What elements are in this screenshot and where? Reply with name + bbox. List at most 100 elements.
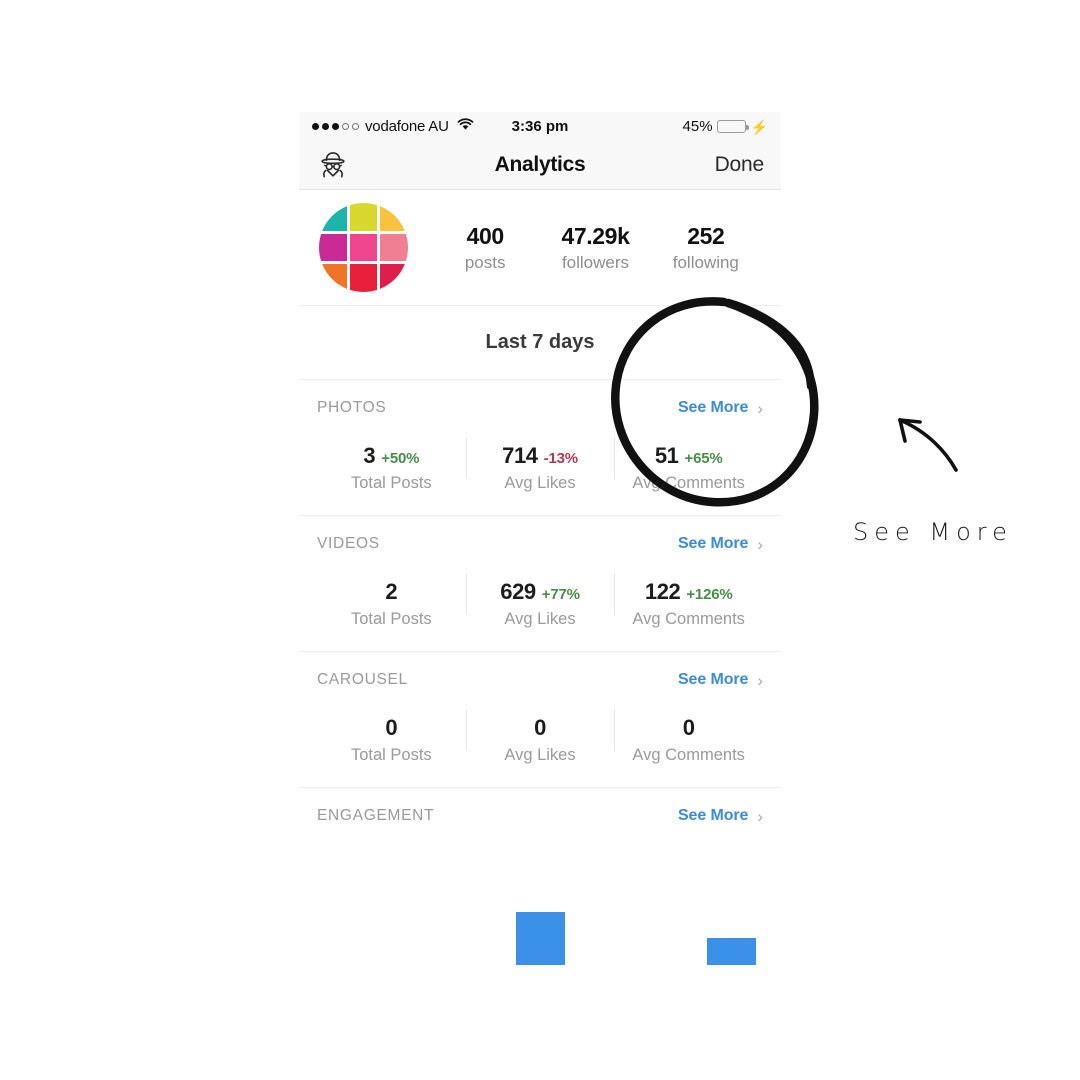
metric-avg-comments: 0 Avg Comments: [614, 707, 763, 765]
profile-summary: 400 posts 47.29k followers 252 following: [299, 190, 781, 306]
chevron-right-icon: ›: [757, 806, 763, 826]
avatar-cell-2: [349, 203, 378, 231]
metric-label: Avg Likes: [504, 746, 576, 764]
metric-value-row: 3 +50%: [317, 443, 466, 469]
metric-avg-likes: 0 Avg Likes: [465, 707, 615, 765]
metric-value-row: 2: [317, 579, 466, 605]
metric-label: Total Posts: [350, 746, 432, 764]
metric-total-posts: 2 Total Posts: [317, 571, 466, 629]
engagement-bar-chart: [317, 838, 763, 965]
annotation-label: See More: [853, 518, 1013, 546]
section-photos: PHOTOS See More › 3 +50% Total Posts 714 -13% Av…: [299, 380, 781, 516]
section-header: CAROUSEL See More ›: [317, 652, 763, 702]
metric-delta: +50%: [381, 450, 420, 467]
metric-value-row: 0: [614, 715, 763, 741]
metric-value-row: 714 -13%: [466, 443, 615, 469]
avatar-cell-4: [319, 233, 347, 262]
chart-bar: [707, 938, 756, 965]
lightning-bolt-icon: ⚡: [750, 118, 768, 135]
section-header: ENGAGEMENT See More ›: [317, 788, 763, 838]
profile-stat-followers[interactable]: 47.29k followers: [540, 223, 650, 273]
see-more-link-videos[interactable]: See More ›: [678, 535, 763, 553]
avatar-cell-6: [380, 233, 408, 262]
period-header[interactable]: Last 7 days: [299, 306, 781, 380]
section-title: PHOTOS: [317, 399, 387, 416]
battery-icon: [716, 120, 749, 133]
metric-avg-comments: 122 +126% Avg Comments: [614, 571, 763, 629]
see-more-label: See More: [677, 807, 749, 824]
section-header: VIDEOS See More ›: [317, 516, 763, 566]
status-bar-left: vodafone AU: [312, 118, 474, 135]
metric-value: 629: [500, 579, 536, 604]
metric-row: 0 Total Posts 0 Avg Likes 0 Avg Comments: [317, 702, 763, 787]
see-more-link-carousel[interactable]: See More ›: [678, 671, 763, 689]
metric-value: 0: [682, 715, 695, 740]
wifi-icon: [457, 118, 474, 135]
section-header: PHOTOS See More ›: [317, 380, 763, 430]
metric-delta: +126%: [686, 586, 733, 603]
profile-stat-label: posts: [464, 252, 506, 272]
avatar-cell-1: [319, 203, 347, 231]
carrier-name: vodafone AU: [365, 118, 449, 135]
metric-label: Total Posts: [350, 474, 432, 492]
profile-stats: 400 posts 47.29k followers 252 following: [430, 223, 761, 273]
section-title-engagement: ENGAGEMENT: [317, 807, 435, 824]
done-button[interactable]: Done: [715, 153, 765, 177]
metric-value: 51: [654, 443, 679, 468]
avatar[interactable]: [319, 203, 408, 292]
profile-stat-label: following: [672, 252, 739, 272]
metric-total-posts: 0 Total Posts: [317, 707, 466, 765]
status-bar: vodafone AU 3:36 pm 45% ⚡: [299, 112, 781, 141]
metric-value-row: 0: [317, 715, 466, 741]
metric-delta: -13%: [543, 450, 578, 467]
metric-value-row: 629 +77%: [466, 579, 615, 605]
metric-total-posts: 3 +50% Total Posts: [317, 435, 466, 493]
metric-label: Total Posts: [350, 610, 432, 628]
metric-label: Avg Comments: [632, 610, 745, 628]
metric-delta: +65%: [684, 450, 723, 467]
avatar-cell-9: [380, 264, 408, 292]
metric-value-row: 0: [466, 715, 615, 741]
see-more-label: See More: [677, 399, 749, 416]
see-more-link-photos[interactable]: See More ›: [678, 399, 763, 417]
metric-row: 2 Total Posts 629 +77% Avg Likes 122 +126% Avg …: [317, 566, 763, 651]
metric-label: Avg Likes: [504, 610, 576, 628]
avatar-cell-7: [319, 264, 347, 292]
metric-avg-likes: 629 +77% Avg Likes: [465, 571, 615, 629]
metric-label: Avg Likes: [504, 474, 576, 492]
annotation-arrow: [898, 418, 958, 472]
section-title: VIDEOS: [317, 535, 380, 552]
metric-delta: +77%: [541, 586, 580, 603]
chevron-right-icon: ›: [757, 398, 763, 418]
metric-row: 3 +50% Total Posts 714 -13% Avg Likes 51 +65% Av…: [317, 430, 763, 515]
metric-avg-comments: 51 +65% Avg Comments: [614, 435, 763, 493]
metric-value: 122: [644, 579, 681, 604]
profile-stat-label: followers: [561, 252, 630, 272]
see-more-label: See More: [677, 671, 749, 688]
phone-screen: vodafone AU 3:36 pm 45% ⚡ Analytics Done…: [299, 112, 781, 965]
chevron-right-icon: ›: [757, 534, 763, 554]
metric-avg-likes: 714 -13% Avg Likes: [465, 435, 615, 493]
section-engagement: ENGAGEMENT See More ›: [299, 788, 781, 965]
profile-stat-value: 400: [466, 222, 505, 249]
section-title: CAROUSEL: [317, 671, 408, 688]
incognito-detective-icon[interactable]: [316, 150, 350, 180]
metric-value-row: 122 +126%: [614, 579, 763, 605]
battery-percent-label: 45%: [682, 118, 713, 135]
avatar-cell-8: [349, 264, 378, 292]
section-carousel: CAROUSEL See More › 0 Total Posts 0 Avg Likes 0…: [299, 652, 781, 788]
section-videos: VIDEOS See More › 2 Total Posts 629 +77% Avg Li…: [299, 516, 781, 652]
chevron-right-icon: ›: [757, 670, 763, 690]
profile-stat-value: 252: [687, 222, 725, 249]
metric-value: 0: [385, 715, 398, 740]
chart-bar: [516, 912, 565, 965]
metric-label: Avg Comments: [632, 746, 745, 764]
metric-value: 3: [363, 443, 376, 468]
metric-value: 714: [502, 443, 538, 468]
profile-stat-posts[interactable]: 400 posts: [430, 223, 540, 273]
signal-strength-icon: [312, 123, 359, 130]
metric-label: Avg Comments: [632, 474, 745, 492]
see-more-link-engagement[interactable]: See More ›: [678, 807, 763, 825]
profile-stat-following[interactable]: 252 following: [651, 223, 761, 273]
metric-sections: PHOTOS See More › 3 +50% Total Posts 714 -13% Av…: [299, 380, 781, 788]
